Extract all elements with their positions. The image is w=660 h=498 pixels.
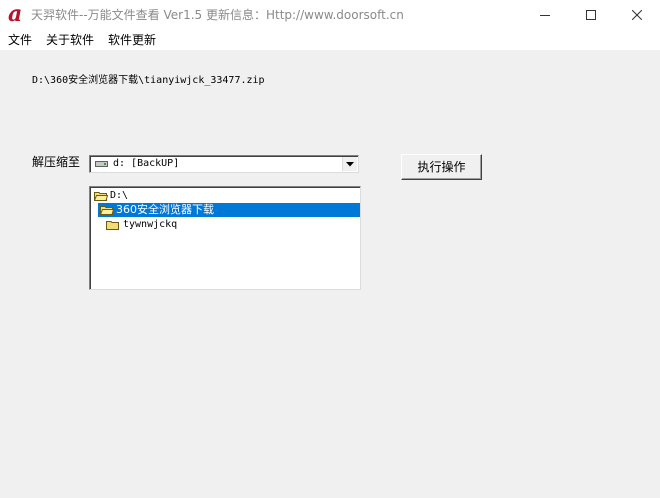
title-bar[interactable]: a 天羿软件--万能文件查看 Ver1.5 更新信息：Http://www.do… [0,0,660,30]
close-icon [632,10,642,20]
minimize-icon [540,15,550,16]
hard-drive-icon [95,161,108,167]
app-logo-icon[interactable]: a [8,3,26,25]
drive-dropdown-button[interactable] [342,157,357,171]
directory-item-label: D:\ [110,190,129,201]
archive-path: D:\360安全浏览器下载\tianyiwjck_33477.zip [32,75,265,86]
folder-open-icon [94,192,108,201]
menu-about[interactable]: 关于软件 [46,32,94,48]
drive-select-value: d: [BackUP] [113,158,180,169]
folder-icon [106,221,119,230]
execute-button[interactable]: 执行操作 [401,154,482,180]
menu-update[interactable]: 软件更新 [108,32,156,48]
maximize-icon [586,10,596,20]
folder-open-icon [100,206,114,215]
chevron-down-icon [346,161,354,166]
minimize-button[interactable] [522,0,568,30]
drive-select[interactable]: d: [BackUP] [89,155,359,173]
directory-item-label: 360安全浏览器下载 [116,203,214,216]
app-window: a 天羿软件--万能文件查看 Ver1.5 更新信息：Http://www.do… [0,0,660,498]
directory-item-label: tywnwjckq [123,219,178,230]
menu-bar: 文件 关于软件 软件更新 [0,30,660,50]
close-button[interactable] [614,0,660,30]
window-title: 天羿软件--万能文件查看 Ver1.5 更新信息：Http://www.door… [31,8,404,22]
directory-list[interactable]: D:\ 360安全浏览器下载 tywnwjckq [89,186,361,290]
extract-to-label: 解压缩至 [32,155,81,169]
maximize-button[interactable] [568,0,614,30]
directory-item-subfolder[interactable]: tywnwjckq [104,218,204,232]
menu-file[interactable]: 文件 [8,32,32,48]
directory-item-selected[interactable]: 360安全浏览器下载 [98,203,360,217]
directory-item-root[interactable]: D:\ [92,189,192,203]
